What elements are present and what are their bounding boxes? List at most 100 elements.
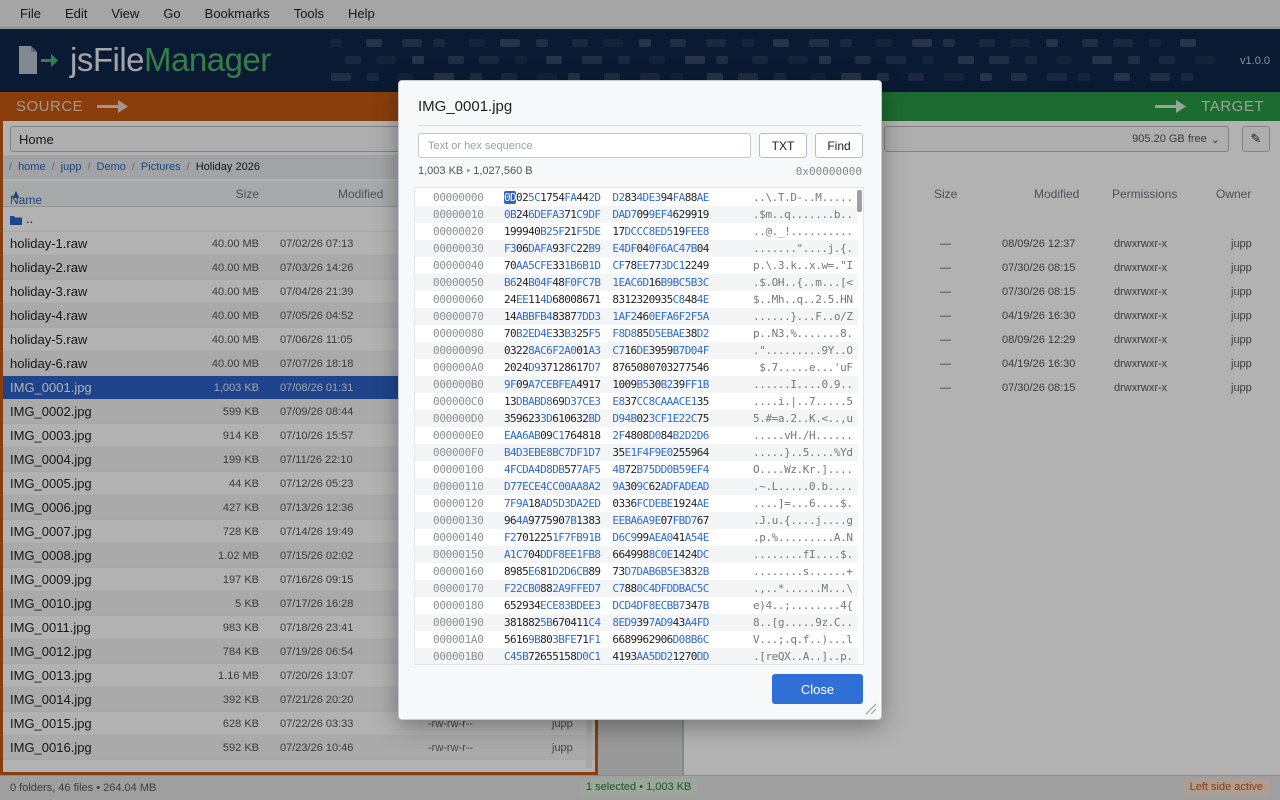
hex-byte[interactable]: C1	[673, 259, 686, 272]
hex-byte[interactable]: 0B	[504, 208, 517, 221]
hex-byte[interactable]: 83	[612, 293, 625, 306]
hex-byte[interactable]: 09	[637, 208, 650, 221]
hex-byte[interactable]: 7B	[564, 514, 577, 527]
hex-byte[interactable]: 9B	[528, 633, 541, 646]
hex-byte[interactable]: D2	[552, 565, 565, 578]
hex-byte[interactable]: 7F	[504, 497, 517, 510]
hex-byte[interactable]: AD	[661, 480, 674, 493]
hex-byte[interactable]: 18	[528, 497, 541, 510]
hex-byte[interactable]: D0	[685, 344, 698, 357]
hex-byte[interactable]: A4	[528, 463, 541, 476]
hex-byte[interactable]: 2A	[552, 582, 565, 595]
hex-byte[interactable]: EB	[661, 327, 674, 340]
hex-byte[interactable]: 85	[637, 327, 650, 340]
hex-byte[interactable]: D7	[685, 514, 698, 527]
hex-byte[interactable]: 7D	[564, 446, 577, 459]
hex-byte[interactable]: ED	[528, 327, 541, 340]
hex-byte[interactable]: E8	[612, 395, 625, 408]
hex-byte[interactable]: FE	[576, 582, 589, 595]
hex-byte[interactable]: E2	[673, 412, 686, 425]
hex-byte[interactable]: 88	[624, 582, 637, 595]
hex-byte[interactable]: D9	[661, 616, 674, 629]
hex-byte[interactable]: 02	[516, 191, 529, 204]
hex-byte[interactable]: 4E	[540, 327, 553, 340]
hex-byte[interactable]: 9A	[516, 497, 529, 510]
hex-byte[interactable]: 75	[540, 514, 553, 527]
hex-byte[interactable]: 41	[673, 531, 686, 544]
hex-byte[interactable]: D3	[564, 395, 577, 408]
hex-byte[interactable]: 16	[624, 344, 637, 357]
hex-byte[interactable]: C8	[673, 293, 686, 306]
hex-byte[interactable]: 33	[552, 327, 565, 340]
hex-byte[interactable]: F0	[564, 276, 577, 289]
hex-byte[interactable]: 5C	[697, 582, 710, 595]
hex-byte[interactable]: B8	[588, 548, 601, 561]
hex-byte[interactable]: 96	[516, 412, 529, 425]
hex-byte[interactable]: 04	[697, 242, 710, 255]
hex-byte[interactable]: 9A	[612, 480, 625, 493]
hex-byte[interactable]: 24	[685, 548, 698, 561]
hex-byte[interactable]: 0A	[564, 480, 577, 493]
hex-byte[interactable]: B5	[661, 565, 674, 578]
hex-byte[interactable]: 40	[528, 225, 541, 238]
hex-byte[interactable]: 65	[504, 599, 517, 612]
hex-byte[interactable]: DC	[697, 548, 710, 561]
hex-byte[interactable]: 5F	[552, 225, 565, 238]
hex-byte[interactable]: 8E	[649, 599, 662, 612]
hex-byte[interactable]: 07	[649, 361, 662, 374]
hex-byte[interactable]: 17	[540, 191, 553, 204]
hex-byte[interactable]: 71	[588, 293, 601, 306]
hex-byte[interactable]: 5D	[552, 497, 565, 510]
hex-byte[interactable]: 33	[552, 259, 565, 272]
hex-byte[interactable]: 25	[540, 531, 553, 544]
hex-byte[interactable]: 65	[540, 650, 553, 663]
hex-byte[interactable]: 35	[612, 446, 625, 459]
hex-byte[interactable]: DF	[588, 208, 601, 221]
hex-byte[interactable]: 70	[685, 650, 698, 663]
hex-byte[interactable]: 12	[624, 293, 637, 306]
hex-byte[interactable]: F8	[552, 548, 565, 561]
hex-byte[interactable]: 69	[552, 395, 565, 408]
hex-byte[interactable]: D8	[540, 463, 553, 476]
hex-byte[interactable]: 1D	[588, 259, 601, 272]
hex-byte[interactable]: 56	[504, 633, 517, 646]
hex-byte[interactable]: 58	[564, 650, 577, 663]
hex-byte[interactable]: 96	[637, 633, 650, 646]
hex-byte[interactable]: 64	[697, 446, 710, 459]
hex-byte[interactable]: C7	[612, 582, 625, 595]
hex-byte[interactable]: A8	[576, 480, 589, 493]
hex-byte[interactable]: AC	[673, 395, 686, 408]
hex-byte[interactable]: 7C	[576, 395, 589, 408]
hex-byte[interactable]: 1F	[552, 531, 565, 544]
hex-byte[interactable]: DB	[673, 582, 686, 595]
hex-byte[interactable]: B9	[588, 242, 601, 255]
hex-byte[interactable]: 4F	[504, 463, 517, 476]
hex-byte[interactable]: 93	[624, 650, 637, 663]
hex-byte[interactable]: 09	[624, 378, 637, 391]
hex-byte[interactable]: E1	[624, 446, 637, 459]
hex-byte[interactable]: CE	[528, 480, 541, 493]
hex-byte[interactable]: 83	[588, 514, 601, 527]
hex-byte[interactable]: 5C	[528, 191, 541, 204]
hex-byte[interactable]: 99	[685, 208, 698, 221]
hex-byte[interactable]: DA	[528, 242, 541, 255]
hex-byte[interactable]: AE	[697, 191, 710, 204]
hex-byte[interactable]: 99	[516, 225, 529, 238]
hex-byte[interactable]: 62	[673, 208, 686, 221]
hex-byte[interactable]: 89	[588, 565, 601, 578]
hex-byte[interactable]: 49	[624, 548, 637, 561]
hex-byte[interactable]: B9	[576, 531, 589, 544]
hex-byte[interactable]: 39	[673, 378, 686, 391]
hex-byte[interactable]: 8E	[649, 225, 662, 238]
hex-byte[interactable]: E3	[588, 395, 601, 408]
hex-byte[interactable]: DE	[576, 599, 589, 612]
hex-byte[interactable]: 3D	[564, 497, 577, 510]
hex-byte[interactable]: 8C	[649, 548, 662, 561]
hex-byte[interactable]: 7B	[685, 242, 698, 255]
hex-byte[interactable]: EB	[528, 446, 541, 459]
hex-byte[interactable]: FA	[540, 242, 553, 255]
hex-byte[interactable]: E3	[649, 191, 662, 204]
hex-byte[interactable]: 81	[540, 565, 553, 578]
hex-byte[interactable]: 9C	[637, 480, 650, 493]
hex-byte[interactable]: 4A	[516, 514, 529, 527]
